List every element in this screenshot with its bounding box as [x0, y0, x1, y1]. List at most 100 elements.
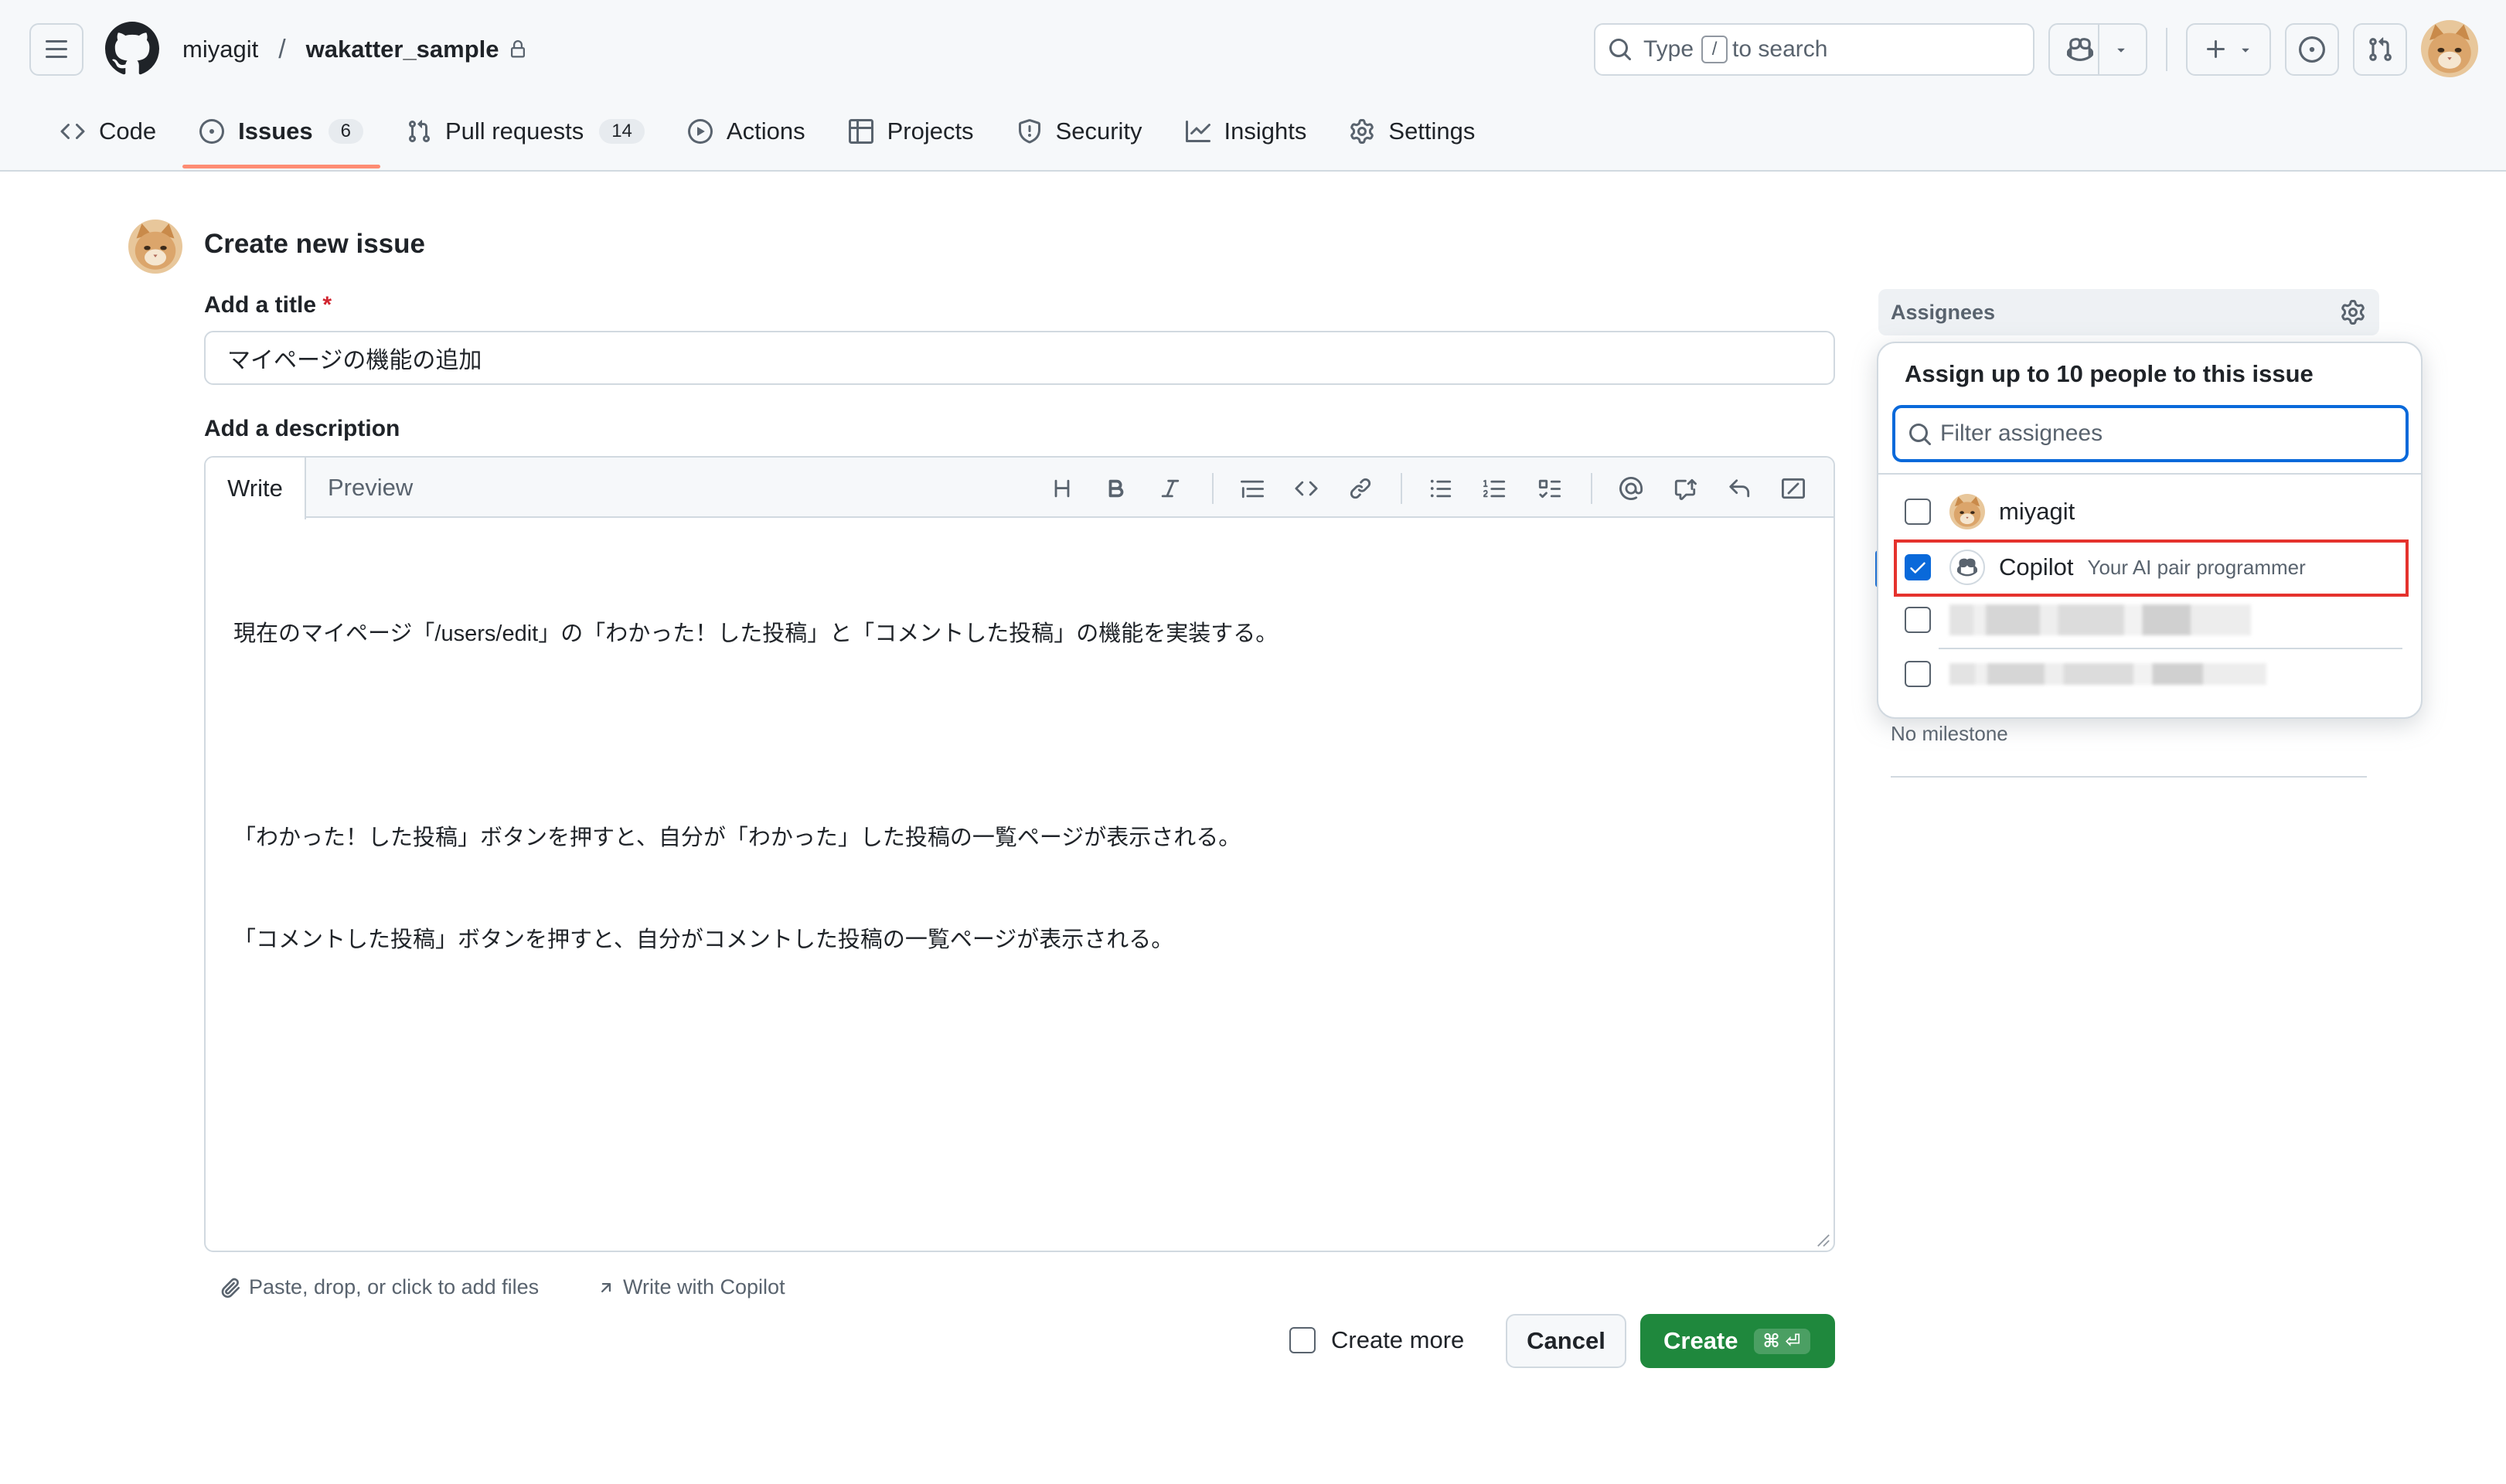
search-prefix: Type: [1643, 36, 1694, 62]
assignee-option-redacted[interactable]: [1878, 649, 2421, 699]
tab-pull-requests[interactable]: Pull requests 14: [390, 108, 662, 155]
ordered-list-button[interactable]: [1481, 475, 1509, 502]
author-avatar: [128, 220, 182, 274]
reply-button[interactable]: [1725, 475, 1753, 502]
paperclip-icon: [221, 1278, 240, 1298]
milestone-value: No milestone: [1891, 722, 2008, 745]
description-label: Add a description: [204, 416, 400, 441]
issues-shortcut-button[interactable]: [2285, 23, 2339, 76]
search-icon: [1609, 39, 1632, 61]
required-mark: *: [322, 292, 332, 318]
highlight-box: [1894, 539, 2409, 597]
mention-icon: [1619, 477, 1643, 500]
attach-files-hint[interactable]: Paste, drop, or click to add files: [220, 1275, 539, 1299]
description-textarea[interactable]: 現在のマイページ「/users/edit」の「わかった！した投稿」と「コメントし…: [233, 549, 1278, 1025]
tab-label: Issues: [238, 117, 313, 145]
bold-button[interactable]: [1102, 475, 1130, 502]
create-button-label: Create: [1663, 1327, 1738, 1354]
github-logo-icon[interactable]: [105, 22, 159, 76]
resize-handle-icon[interactable]: [1817, 1234, 1830, 1247]
heading-button[interactable]: [1048, 475, 1076, 502]
repo-nav-tabs: Code Issues 6 Pull requests 14 Actions P…: [43, 108, 1501, 170]
tab-label: Settings: [1388, 117, 1476, 145]
link-icon: [1350, 478, 1371, 499]
quote-button[interactable]: [1238, 475, 1266, 502]
quote-icon: [1241, 480, 1264, 499]
tab-actions[interactable]: Actions: [671, 108, 822, 155]
tab-settings[interactable]: Settings: [1333, 108, 1492, 155]
title-label: Add a title *: [204, 292, 332, 318]
attach-files-label: Paste, drop, or click to add files: [249, 1275, 540, 1298]
tab-count-badge: 6: [328, 119, 363, 144]
assignee-option-miyagit[interactable]: miyagit: [1878, 487, 2421, 536]
slash-commands-button[interactable]: [1779, 475, 1807, 502]
repo-name-link[interactable]: wakatter_sample: [306, 36, 499, 63]
repo-owner-link[interactable]: miyagit: [182, 36, 258, 63]
toolbar-divider: [1591, 473, 1592, 504]
sidebar-divider: [1891, 776, 2367, 778]
plus-icon: [2207, 40, 2225, 58]
assignee-checkbox[interactable]: [1905, 607, 1931, 633]
italic-button[interactable]: [1156, 475, 1184, 502]
link-button[interactable]: [1347, 475, 1374, 502]
arrow-up-right-icon: [601, 1282, 611, 1292]
tab-insights[interactable]: Insights: [1169, 108, 1324, 155]
gear-icon[interactable]: [2341, 300, 2365, 325]
task-list-button[interactable]: [1535, 475, 1563, 502]
code-button[interactable]: [1292, 475, 1320, 502]
reference-button[interactable]: [1671, 475, 1699, 502]
table-icon: [848, 119, 873, 144]
reply-icon: [1729, 479, 1750, 498]
gear-icon: [1350, 119, 1374, 144]
header-divider: [2098, 25, 2099, 74]
mention-button[interactable]: [1617, 475, 1645, 502]
description-editor[interactable]: Preview Write 現在のマイページ「/users/edit」の「わかっ…: [204, 456, 1835, 1252]
pull-requests-shortcut-button[interactable]: [2353, 23, 2407, 76]
tab-projects[interactable]: Projects: [832, 108, 991, 155]
popover-divider: [1878, 473, 2421, 475]
tab-issues[interactable]: Issues 6: [182, 108, 380, 168]
list-ordered-icon: [1483, 479, 1506, 498]
assignee-checkbox[interactable]: [1905, 499, 1931, 525]
issue-opened-icon: [199, 119, 225, 144]
description-line: 「コメントした投稿」ボタンを押すと、自分がコメントした投稿の一覧ページが表示され…: [233, 928, 1174, 952]
write-with-copilot-link[interactable]: Write with Copilot: [597, 1275, 785, 1299]
tab-security[interactable]: Security: [1000, 108, 1159, 155]
assignees-popover: Assign up to 10 people to this issue Fil…: [1877, 342, 2423, 719]
user-avatar[interactable]: [2421, 20, 2478, 77]
create-more-checkbox[interactable]: [1289, 1327, 1316, 1353]
create-new-button[interactable]: [2186, 23, 2271, 76]
assignee-checkbox[interactable]: [1905, 661, 1931, 687]
tab-label: Projects: [887, 117, 974, 145]
cancel-button[interactable]: Cancel: [1506, 1314, 1626, 1368]
create-issue-button[interactable]: Create ⌘ ⏎: [1640, 1314, 1835, 1368]
unordered-list-button[interactable]: [1427, 475, 1455, 502]
menu-button[interactable]: [29, 23, 83, 76]
git-pull-request-icon: [408, 120, 430, 143]
global-search-input[interactable]: Type / to search: [1594, 23, 2034, 76]
tab-write[interactable]: Write: [206, 458, 306, 519]
description-line: [233, 719, 1278, 753]
redacted-user: [1949, 663, 2266, 685]
tab-preview[interactable]: Preview: [328, 458, 413, 518]
toolbar-divider: [1212, 473, 1214, 504]
tab-label: Insights: [1224, 117, 1307, 145]
create-more-option[interactable]: Create more: [1289, 1326, 1464, 1354]
editor-toolbar: Preview: [206, 458, 1834, 518]
tab-label: Pull requests: [444, 117, 584, 145]
filter-assignees-input[interactable]: Filter assignees: [1892, 405, 2409, 462]
avatar: [1949, 494, 1985, 529]
lock-icon: [510, 40, 525, 58]
issue-title-input[interactable]: マイページの機能の追加: [204, 331, 1835, 385]
assignees-section-header[interactable]: Assignees: [1878, 289, 2379, 335]
search-shortcut-key: /: [1701, 36, 1728, 63]
assignee-option-redacted[interactable]: [1878, 595, 2421, 645]
issue-opened-icon: [2299, 36, 2325, 63]
tab-count-badge: 14: [599, 119, 645, 144]
header-divider: [2166, 28, 2167, 71]
tab-code[interactable]: Code: [43, 108, 173, 155]
list-unordered-icon: [1430, 479, 1452, 498]
toolbar-divider: [1401, 473, 1402, 504]
graph-icon: [1185, 121, 1210, 142]
play-icon: [687, 119, 713, 144]
